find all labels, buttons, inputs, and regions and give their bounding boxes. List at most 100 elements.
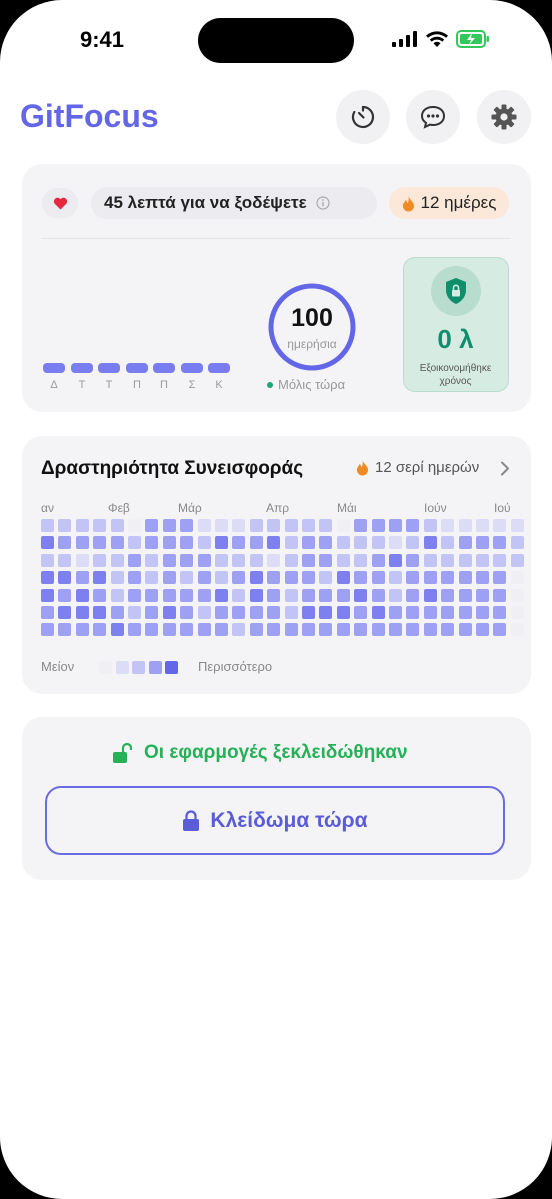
contribution-cell [406,553,420,567]
month-label: Μάι [337,501,357,515]
streak-badge[interactable]: 12 ημέρες [389,187,509,219]
chat-button[interactable] [406,90,460,144]
contribution-cell [423,623,437,637]
contribution-cell [319,606,333,619]
contribution-cell [389,519,402,532]
daily-score-ring[interactable]: 100 ημερήσια [267,282,357,372]
contribution-cell [267,588,281,602]
contribution-cell [128,623,141,637]
contribution-cell [458,571,472,585]
chevron-right-icon[interactable] [500,461,510,476]
contribution-cell [423,536,437,550]
contribution-cell [232,623,246,637]
contribution-cell [284,553,298,567]
contribution-cell [75,571,89,585]
contribution-cell [75,623,89,637]
contribution-cell [93,623,107,637]
updated-status: Μόλις τώρα [267,377,345,392]
contribution-cell [336,553,350,567]
contribution-cell [493,553,507,567]
contribution-cell [406,519,420,532]
wifi-icon [426,30,448,47]
contribution-cell [58,623,72,637]
contribution-cell [58,588,72,602]
contribution-cell [267,571,281,585]
contribution-cell [510,623,524,637]
contribution-cell [215,519,228,532]
contribution-cell [493,571,507,585]
contribution-cell [93,606,107,619]
contribution-cell [232,571,246,585]
saved-time-label: Εξοικονομήθηκε χρόνος [419,363,492,387]
lock-now-button[interactable]: Κλείδωμα τώρα [45,786,505,855]
contribution-cell [476,606,489,619]
month-label: Ιούν [424,501,447,515]
contribution-cell [284,519,298,532]
contribution-cell [145,519,159,532]
contribution-cell [145,571,159,585]
activity-title: Δραστηριότητα Συνεισφοράς [41,458,304,479]
month-label: αν [41,501,54,515]
day-label: Π [160,379,168,391]
contribution-cell [371,623,385,637]
contribution-cell [110,553,124,567]
contribution-cell [284,571,298,585]
contribution-cell [510,536,524,550]
day-label: Π [133,379,141,391]
lock-open-icon [113,742,132,763]
contribution-cell [180,519,194,532]
contribution-cell [389,623,402,637]
settings-button[interactable] [477,90,531,144]
contribution-cell [406,606,420,619]
contribution-cell [319,553,333,567]
contribution-cell [458,553,472,567]
contribution-cell [476,571,489,585]
contribution-cell [302,536,315,550]
live-dot-icon [267,381,273,388]
contribution-cell [493,588,507,602]
contribution-cell [128,519,141,532]
month-label: Απρ [266,501,290,515]
contribution-cell [110,571,124,585]
contribution-cell [162,553,176,567]
contribution-cell [232,553,246,567]
contribution-cell [267,623,281,637]
unlock-status-text: Οι εφαρμογές ξεκλειδώθηκαν [144,742,408,763]
timer-button[interactable] [336,90,390,144]
contribution-cell [162,606,176,619]
contribution-cell [232,588,246,602]
contribution-cell [180,536,194,550]
contribution-cell [232,536,246,550]
contribution-cell [423,553,437,567]
day-label: Δ [50,379,58,391]
day-bar [126,363,148,373]
earn-time-text: 45 λεπτά για να ξοδέψετε [104,193,307,212]
contribution-cell [215,588,228,602]
contribution-cell [232,606,246,619]
shield-badge [431,266,481,316]
contribution-cell [75,553,89,567]
contribution-cell [128,536,141,550]
contribution-cell [319,623,333,637]
contribution-cell [110,519,124,532]
legend-cell [116,661,129,674]
legend-cell [99,661,112,674]
saved-time-tile[interactable]: 0 λ Εξοικονομήθηκε χρόνος [403,257,509,392]
contribution-cell [58,606,72,619]
unlock-status: Οι εφαρμογές ξεκλειδώθηκαν [112,742,408,764]
activity-streak[interactable]: 12 σερί ημερών [356,459,479,476]
contribution-cell [371,571,385,585]
day-label: Τ [105,379,113,391]
contribution-cell [423,606,437,619]
contribution-cell [145,553,159,567]
battery-charging-icon [456,30,489,48]
contribution-cell [215,571,228,585]
contribution-cell [441,588,455,602]
earn-time-pill[interactable]: 45 λεπτά για να ξοδέψετε [91,187,377,219]
contribution-cell [284,536,298,550]
contribution-cell [458,519,472,532]
contribution-cell [93,571,107,585]
health-badge[interactable] [42,188,78,218]
contribution-cell [371,553,385,567]
contribution-cell [41,623,54,637]
